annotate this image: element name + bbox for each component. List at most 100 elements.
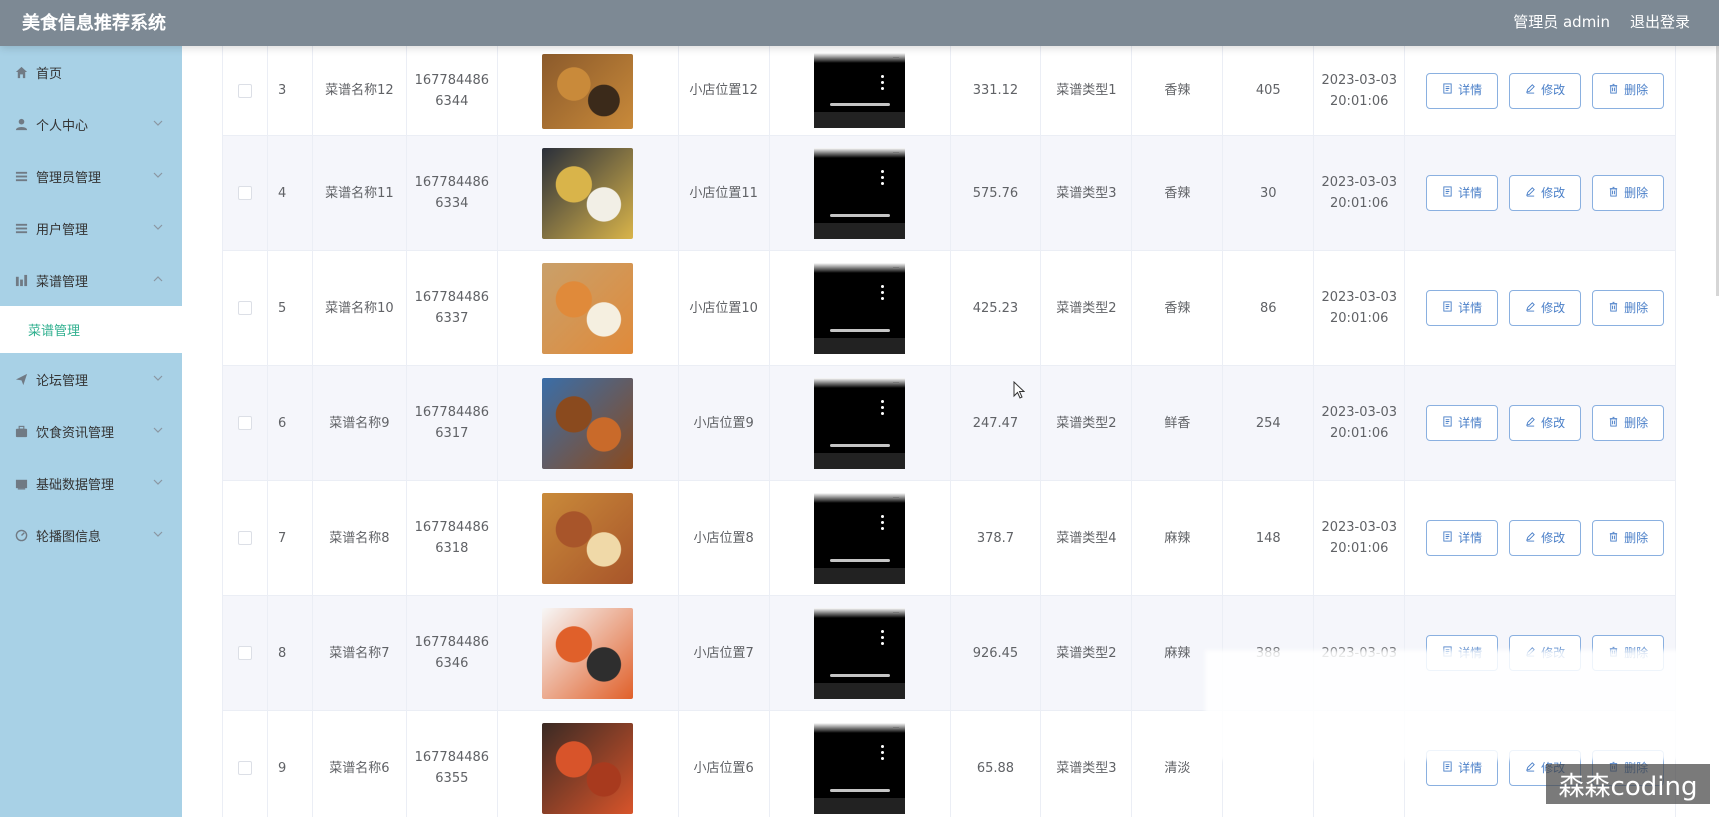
trash-icon bbox=[1608, 80, 1619, 101]
more-vertical-icon[interactable] bbox=[881, 629, 885, 646]
recipe-name: 菜谱名称11 bbox=[313, 136, 407, 250]
created-time: 20:01:06 bbox=[1330, 311, 1389, 326]
recipe-id-line1: 167784486 bbox=[414, 750, 490, 765]
sidebar-item-label: 菜谱管理 bbox=[36, 274, 89, 290]
sidebar-item-users[interactable]: 用户管理 bbox=[0, 202, 182, 254]
video-progress-bar[interactable] bbox=[830, 673, 891, 677]
more-vertical-icon[interactable] bbox=[881, 399, 885, 416]
video-progress-bar[interactable] bbox=[830, 558, 891, 562]
recipe-count: 405 bbox=[1223, 46, 1315, 135]
chevron-down-icon bbox=[153, 172, 163, 178]
logout-link[interactable]: 退出登录 bbox=[1630, 11, 1690, 32]
video-player[interactable] bbox=[814, 722, 906, 814]
recipe-type: 菜谱类型2 bbox=[1041, 596, 1133, 710]
row-checkbox[interactable] bbox=[237, 761, 252, 775]
recipe-count: 86 bbox=[1223, 251, 1315, 365]
created-date: 2023-03-03 bbox=[1321, 290, 1397, 305]
video-player[interactable] bbox=[814, 607, 906, 699]
shop-location: 小店位置10 bbox=[679, 251, 770, 365]
sidebar-item-admins[interactable]: 管理员管理 bbox=[0, 150, 182, 202]
chevron-down-icon bbox=[153, 224, 163, 230]
sidebar-item-label: 基础数据管理 bbox=[36, 477, 115, 493]
row-actions: 详情 修改 删除 bbox=[1405, 366, 1677, 480]
row-checkbox[interactable] bbox=[237, 646, 252, 660]
sidebar-item-forum[interactable]: 论坛管理 bbox=[0, 353, 182, 405]
trash-icon bbox=[1608, 298, 1619, 319]
detail-button[interactable]: 详情 bbox=[1426, 520, 1499, 556]
watermark: 森森coding bbox=[1546, 764, 1710, 804]
more-vertical-icon[interactable] bbox=[881, 744, 885, 761]
submenu-recipe-management[interactable]: 菜谱管理 bbox=[0, 306, 182, 353]
document-icon bbox=[1442, 183, 1453, 204]
sidebar-item-basic-data[interactable]: 基础数据管理 bbox=[0, 457, 182, 509]
video-progress-bar[interactable] bbox=[830, 213, 891, 217]
detail-button[interactable]: 详情 bbox=[1426, 290, 1499, 326]
delete-button[interactable]: 删除 bbox=[1592, 520, 1665, 556]
row-checkbox[interactable] bbox=[237, 83, 252, 98]
row-checkbox[interactable] bbox=[237, 301, 252, 315]
created-at: 2023-03-03 20:01:06 bbox=[1314, 481, 1406, 595]
recipe-id: 167784486 6344 bbox=[407, 46, 498, 135]
recipe-id: 167784486 6355 bbox=[407, 711, 498, 817]
created-date: 2023-03-03 bbox=[1321, 520, 1397, 535]
created-at: 2023-03-03 20:01:06 bbox=[1314, 366, 1406, 480]
table-row: 7 菜谱名称8 167784486 6318 小店位置8 378.7 菜谱类型4 … bbox=[223, 481, 1677, 596]
sidebar-item-label: 管理员管理 bbox=[36, 170, 102, 186]
detail-button[interactable]: 详情 bbox=[1426, 175, 1499, 211]
document-icon bbox=[1442, 413, 1453, 434]
more-vertical-icon[interactable] bbox=[881, 514, 885, 531]
delete-button[interactable]: 删除 bbox=[1592, 405, 1665, 441]
video-player[interactable] bbox=[814, 53, 906, 128]
created-date: 2023-03-03 bbox=[1321, 72, 1397, 88]
row-checkbox[interactable] bbox=[237, 531, 252, 545]
video-player[interactable] bbox=[814, 262, 906, 354]
video-progress-bar[interactable] bbox=[830, 103, 891, 106]
video-progress-bar[interactable] bbox=[830, 788, 891, 792]
video-progress-bar[interactable] bbox=[830, 328, 891, 332]
recipe-id-line2: 6334 bbox=[435, 196, 469, 211]
sidebar-item-news[interactable]: 饮食资讯管理 bbox=[0, 405, 182, 457]
recipe-id: 167784486 6346 bbox=[407, 596, 498, 710]
sidebar-item-carousel[interactable]: 轮播图信息 bbox=[0, 509, 182, 561]
more-vertical-icon[interactable] bbox=[881, 284, 885, 301]
edit-button[interactable]: 修改 bbox=[1509, 290, 1582, 326]
created-at: 2023-03-03 20:01:06 bbox=[1314, 136, 1406, 250]
recipe-name: 菜谱名称6 bbox=[313, 711, 407, 817]
delete-button[interactable]: 删除 bbox=[1592, 72, 1665, 109]
recipe-price: 331.12 bbox=[951, 46, 1042, 135]
edit-button[interactable]: 修改 bbox=[1509, 520, 1582, 556]
more-vertical-icon[interactable] bbox=[881, 75, 885, 91]
row-checkbox[interactable] bbox=[237, 186, 252, 200]
row-checkbox-cell bbox=[223, 136, 268, 250]
blur-overlay bbox=[1205, 650, 1719, 760]
sidebar-item-home[interactable]: 首页 bbox=[0, 46, 182, 98]
video-progress-bar[interactable] bbox=[830, 443, 891, 447]
video-player[interactable] bbox=[814, 147, 906, 239]
recipe-photo bbox=[542, 262, 634, 354]
video-player[interactable] bbox=[814, 492, 906, 584]
recipe-type: 菜谱类型1 bbox=[1041, 46, 1133, 135]
recipe-id-line1: 167784486 bbox=[414, 72, 490, 88]
edit-button[interactable]: 修改 bbox=[1509, 405, 1582, 441]
sidebar-item-recipes[interactable]: 菜谱管理 bbox=[0, 254, 182, 306]
delete-button-label: 删除 bbox=[1624, 83, 1649, 97]
chevron-down-icon bbox=[153, 479, 163, 485]
shop-location: 小店位置9 bbox=[679, 366, 770, 480]
shop-location: 小店位置6 bbox=[679, 711, 770, 817]
detail-button[interactable]: 详情 bbox=[1426, 72, 1499, 109]
video-player[interactable] bbox=[814, 377, 906, 469]
more-vertical-icon[interactable] bbox=[881, 169, 885, 186]
edit-button[interactable]: 修改 bbox=[1509, 175, 1582, 211]
recipe-image-cell bbox=[498, 711, 679, 817]
delete-button[interactable]: 删除 bbox=[1592, 290, 1665, 326]
delete-button[interactable]: 删除 bbox=[1592, 175, 1665, 211]
chevron-down-icon bbox=[153, 427, 163, 433]
shop-location: 小店位置11 bbox=[679, 136, 770, 250]
edit-button[interactable]: 修改 bbox=[1509, 72, 1582, 109]
row-checkbox[interactable] bbox=[237, 416, 252, 430]
row-actions: 详情 修改 删除 bbox=[1405, 46, 1677, 135]
sidebar-item-profile[interactable]: 个人中心 bbox=[0, 98, 182, 150]
detail-button[interactable]: 详情 bbox=[1426, 405, 1499, 441]
recipe-video-cell bbox=[770, 711, 951, 817]
shop-location: 小店位置7 bbox=[679, 596, 770, 710]
